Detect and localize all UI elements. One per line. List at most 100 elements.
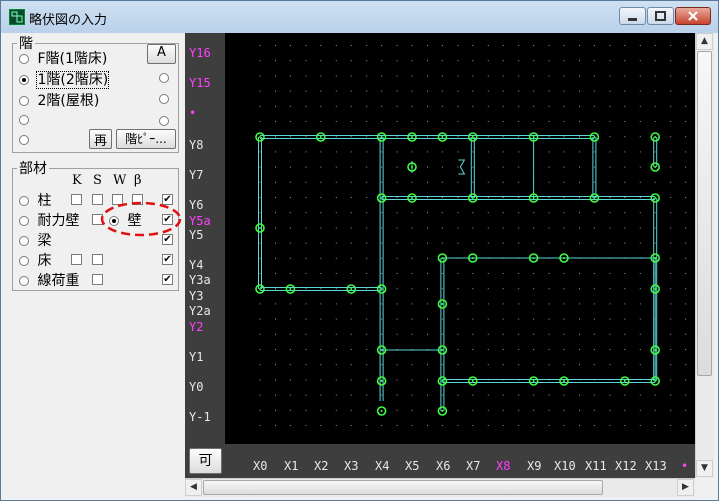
node-center — [441, 349, 444, 351]
grid-dot — [518, 288, 520, 290]
member-row-shear-wall[interactable]: 耐力壁 — [19, 210, 79, 230]
grid-dot — [320, 212, 322, 214]
floor-radio-right-2[interactable] — [159, 94, 169, 104]
floor-radio-4[interactable] — [19, 115, 29, 125]
grid-dot — [411, 60, 413, 62]
member-row-beam[interactable]: 梁 — [19, 230, 51, 250]
floor-option-f-label: F階(1階床) — [37, 51, 108, 67]
floor-option-1[interactable]: 1階(2階床) — [19, 69, 110, 89]
grid-dot — [381, 105, 383, 107]
floor-k-checkbox[interactable] — [71, 254, 82, 265]
grid-dot — [381, 364, 383, 366]
horizontal-scroll-thumb[interactable] — [203, 480, 603, 495]
grid-dot — [350, 394, 352, 396]
grid-dot — [427, 257, 428, 259]
grid-dot — [579, 45, 580, 46]
grid-dot — [609, 197, 611, 198]
floor-option-f[interactable]: F階(1階床) — [19, 48, 107, 68]
grid-dot — [396, 273, 398, 274]
grid-dot — [335, 333, 337, 335]
vertical-scroll-thumb[interactable] — [697, 51, 712, 376]
member-radio-beam[interactable] — [19, 236, 29, 246]
column-k-checkbox[interactable] — [71, 194, 82, 205]
scroll-right-arrow[interactable]: ▶ — [677, 479, 694, 496]
grid-dot — [624, 288, 626, 290]
floor-beta-checkbox[interactable]: ✔ — [162, 254, 173, 265]
redraw-button[interactable]: 再 — [89, 129, 112, 149]
floor-height-button[interactable]: 階ﾋﾟｰ... — [116, 129, 176, 149]
floor-radio-1[interactable] — [19, 75, 29, 85]
member-radio-floor[interactable] — [19, 256, 29, 266]
grid-dot — [563, 181, 565, 183]
grid-dot — [427, 227, 428, 229]
floor-radio-2[interactable] — [19, 96, 29, 106]
grid-dot — [639, 394, 641, 396]
node-center — [380, 380, 383, 382]
grid-dot — [289, 75, 291, 77]
scroll-down-arrow[interactable]: ▼ — [696, 460, 713, 477]
resize-grip[interactable] — [695, 478, 713, 496]
horizontal-scrollbar[interactable]: ◀ ▶ — [185, 478, 695, 497]
grid-dot — [472, 349, 474, 350]
maximize-button[interactable] — [647, 7, 674, 25]
member-radio-shear-wall[interactable] — [19, 216, 29, 226]
floor-option-4[interactable] — [19, 112, 29, 128]
grid-dot — [579, 227, 580, 229]
grid-dot — [289, 60, 291, 62]
member-radio-column[interactable] — [19, 196, 29, 206]
grid-dot — [548, 425, 550, 426]
grid-dot — [487, 288, 489, 290]
plan-canvas[interactable]: 可 Y16 Y15 • Y8 Y7 Y6 Y5a Y5 Y4 Y3a Y3 Y2a Y2 Y1 Y0 Y-1 … — [185, 33, 695, 478]
grid-dot — [487, 75, 489, 77]
vertical-scrollbar[interactable]: ▲ ▼ — [695, 33, 714, 478]
floor-radio-f[interactable] — [19, 54, 29, 64]
grid-dot — [411, 212, 413, 214]
grid-dot — [457, 364, 459, 366]
grid-dot — [275, 45, 276, 46]
title-bar[interactable]: 略伏図の入力 — [1, 1, 718, 33]
grid-dot — [548, 45, 550, 46]
member-radio-line-load[interactable] — [19, 276, 29, 286]
grid-dot — [350, 349, 352, 350]
grid-dot — [305, 75, 307, 77]
grid-dot — [335, 151, 337, 153]
node-center — [441, 303, 444, 305]
grid-dot — [275, 257, 276, 259]
floor-radio-5[interactable] — [19, 135, 29, 145]
font-a-button[interactable]: A — [147, 44, 176, 64]
member-row-floor[interactable]: 床 — [19, 250, 51, 270]
grid-dot — [563, 409, 565, 411]
grid-dot — [579, 212, 580, 214]
grid-dot — [639, 105, 641, 107]
grid-dot — [639, 166, 641, 168]
line-load-k-checkbox[interactable] — [92, 274, 103, 285]
floor-option-5[interactable] — [19, 132, 29, 148]
y-axis-label: Y0 — [189, 380, 204, 394]
grid-dot — [548, 212, 550, 214]
member-row-line-load[interactable]: 線荷重 — [19, 270, 79, 290]
member-row-column[interactable]: 柱 — [19, 190, 51, 210]
grid-dot — [396, 90, 398, 92]
close-button[interactable] — [675, 7, 711, 25]
floor-s-checkbox[interactable] — [92, 254, 103, 265]
minimize-button[interactable] — [619, 7, 646, 25]
grid-dot — [518, 45, 520, 46]
floor-plan-drawing[interactable] — [185, 33, 695, 478]
scroll-up-arrow[interactable]: ▲ — [696, 33, 713, 50]
beam-beta-checkbox[interactable]: ✔ — [162, 234, 173, 245]
line-load-beta-checkbox[interactable]: ✔ — [162, 274, 173, 285]
floor-option-2[interactable]: 2階(屋根) — [19, 90, 99, 110]
node-center — [259, 136, 261, 138]
floor-radio-right-1[interactable] — [159, 73, 169, 83]
node-center — [380, 349, 383, 351]
grid-dot — [502, 349, 504, 350]
grid-dot — [396, 105, 398, 107]
grid-dot — [639, 151, 641, 153]
grid-dot — [259, 364, 261, 366]
floor-radio-right-3[interactable] — [159, 116, 169, 126]
grid-dot — [411, 318, 413, 320]
grid-dot — [350, 151, 352, 153]
scroll-left-arrow[interactable]: ◀ — [185, 479, 202, 496]
grid-dot — [335, 364, 337, 366]
grid-dot — [548, 364, 550, 366]
